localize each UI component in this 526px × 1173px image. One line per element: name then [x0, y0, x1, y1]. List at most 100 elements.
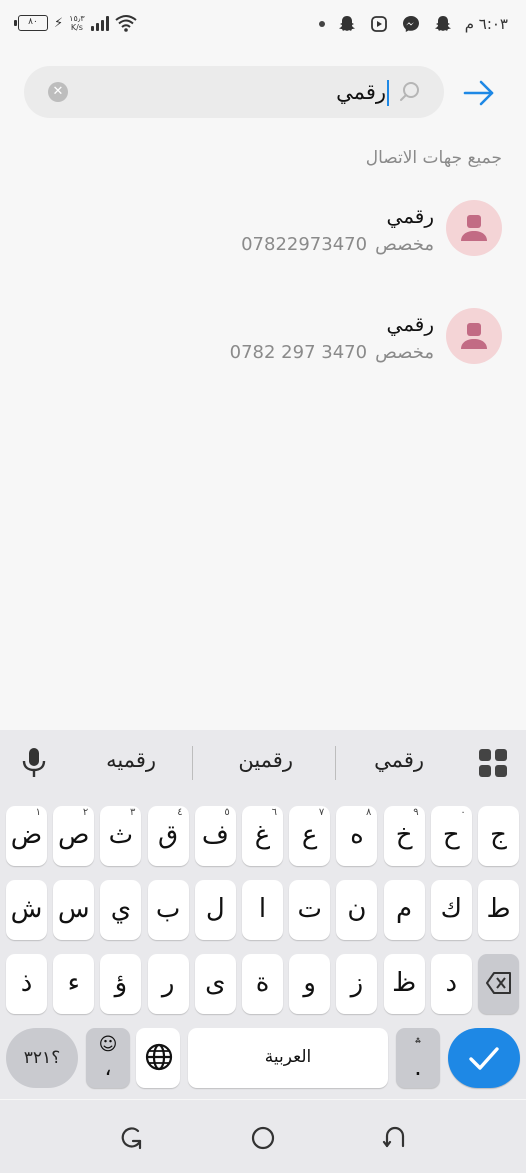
contact-number: 07822973470 — [241, 234, 368, 255]
key-row1-1[interactable]: ١ض — [6, 806, 47, 866]
suggestion-divider — [192, 746, 193, 780]
network-speed-unit: K/s — [70, 23, 83, 32]
recents-icon[interactable] — [118, 1124, 146, 1152]
checkmark-icon — [469, 1047, 499, 1070]
suggestion-divider — [335, 746, 336, 780]
key-label: ص — [57, 820, 90, 850]
key-hint: ١ — [35, 807, 41, 818]
key-row3-3[interactable]: ؤ — [100, 954, 142, 1014]
language-key[interactable] — [136, 1028, 180, 1088]
key-label: ؤ — [114, 968, 128, 998]
key-label: ض — [10, 820, 43, 850]
youtube-icon — [369, 14, 389, 34]
key-hint: ٤ — [177, 807, 183, 818]
key-label: ب — [155, 894, 181, 924]
backspace-key[interactable] — [478, 954, 519, 1014]
battery-level: ٨٠ — [28, 17, 38, 27]
microphone-icon[interactable] — [20, 746, 48, 780]
key-row2-9[interactable]: م — [383, 880, 425, 940]
contact-name: رقمي — [386, 312, 434, 336]
key-label: ت — [297, 894, 322, 924]
apps-grid-icon[interactable] — [478, 748, 508, 778]
key-row2-5[interactable]: ل — [194, 880, 236, 940]
key-row3-7[interactable]: و — [289, 954, 331, 1014]
key-label: ة — [255, 968, 270, 998]
key-label: ل — [205, 894, 225, 924]
charging-icon: ⚡ — [54, 15, 64, 31]
key-label: غ — [254, 820, 271, 850]
key-row3-9[interactable]: ظ — [383, 954, 425, 1014]
suggestion-2[interactable]: رقمين — [238, 748, 293, 772]
key-row2-11[interactable]: ط — [478, 880, 519, 940]
key-label: ز — [350, 968, 364, 998]
contact-type-label: مخصص — [375, 234, 434, 255]
status-bar: ٨٠ ⚡ ١٥٫٣ K/s ٦:٠٣ م — [0, 0, 526, 52]
key-row3-2[interactable]: ء — [53, 954, 95, 1014]
key-label: ا — [258, 894, 267, 924]
key-row1-6[interactable]: ٦غ — [242, 806, 283, 866]
key-row1-7[interactable]: ٧ع — [289, 806, 331, 866]
contact-name: رقمي — [386, 204, 434, 228]
key-label: ن — [347, 894, 367, 924]
key-row2-6[interactable]: ا — [242, 880, 283, 940]
contact-item[interactable]: رقمي 07822973470 مخصص — [0, 200, 526, 280]
key-row3-5[interactable]: ى — [194, 954, 236, 1014]
key-row2-8[interactable]: ن — [336, 880, 378, 940]
key-label: و — [303, 968, 316, 998]
battery-icon: ٨٠ — [14, 15, 48, 31]
key-row2-3[interactable]: ي — [100, 880, 142, 940]
arrow-right-icon[interactable] — [462, 76, 496, 110]
key-row3-1[interactable]: ذ — [6, 954, 47, 1014]
search-input[interactable]: رقمي — [336, 78, 386, 106]
key-row1-5[interactable]: ٥ف — [194, 806, 236, 866]
emoji-comma-key[interactable]: ☺ ، — [86, 1028, 130, 1088]
key-label: ف — [201, 820, 229, 850]
key-hint: ٣ — [130, 807, 136, 818]
wifi-icon — [115, 15, 137, 32]
space-key[interactable]: العربية — [188, 1028, 388, 1088]
key-row2-7[interactable]: ت — [289, 880, 331, 940]
contact-details: 07822973470 مخصص — [241, 234, 434, 255]
key-row1-9[interactable]: ٩خ — [383, 806, 425, 866]
key-row1-4[interactable]: ٤ق — [147, 806, 189, 866]
clear-icon[interactable]: ✕ — [48, 82, 68, 102]
key-row3-6[interactable]: ة — [242, 954, 283, 1014]
suggestion-3[interactable]: رقميه — [106, 748, 156, 772]
network-speed-value: ١٥٫٣ — [69, 14, 85, 23]
key-row3-8[interactable]: ز — [336, 954, 378, 1014]
suggestion-1[interactable]: رقمي — [374, 748, 424, 772]
key-row2-4[interactable]: ب — [147, 880, 189, 940]
key-label: ء — [67, 968, 80, 998]
key-label: ش — [10, 894, 43, 924]
key-row1-10[interactable]: ٠ح — [430, 806, 472, 866]
key-label: ع — [301, 820, 318, 850]
key-label: د — [445, 968, 458, 998]
key-row1-11[interactable]: ج — [478, 806, 519, 866]
contact-item[interactable]: رقمي 0782 297 3470 مخصص — [0, 308, 526, 388]
key-row3-4[interactable]: ر — [147, 954, 189, 1014]
key-label: ظ — [392, 968, 417, 998]
numbers-symbols-key[interactable]: ؟٣٢١ — [6, 1028, 78, 1088]
navigation-bar — [0, 1100, 526, 1173]
key-row1-8[interactable]: ٨ه — [336, 806, 378, 866]
search-bar[interactable]: ✕ رقمي — [24, 66, 444, 118]
home-icon[interactable] — [249, 1124, 277, 1152]
key-label: ط — [486, 894, 511, 924]
status-time: ٦:٠٣ م — [464, 15, 508, 33]
key-row2-1[interactable]: ش — [6, 880, 47, 940]
key-label: ى — [205, 968, 226, 998]
period-key[interactable]: ؞ . — [396, 1028, 440, 1088]
key-row1-3[interactable]: ٣ث — [100, 806, 142, 866]
back-icon[interactable] — [381, 1124, 409, 1152]
key-row3-10[interactable]: د — [430, 954, 472, 1014]
snapchat-icon — [337, 14, 357, 34]
key-row2-10[interactable]: ك — [430, 880, 472, 940]
key-row2-2[interactable]: س — [53, 880, 95, 940]
text-cursor — [387, 80, 389, 106]
snapchat-icon-2 — [433, 14, 453, 34]
messenger-icon — [401, 14, 421, 34]
key-row1-2[interactable]: ٢ص — [53, 806, 95, 866]
enter-key[interactable] — [448, 1028, 520, 1088]
key-label: ر — [161, 968, 175, 998]
backspace-icon — [486, 972, 511, 994]
